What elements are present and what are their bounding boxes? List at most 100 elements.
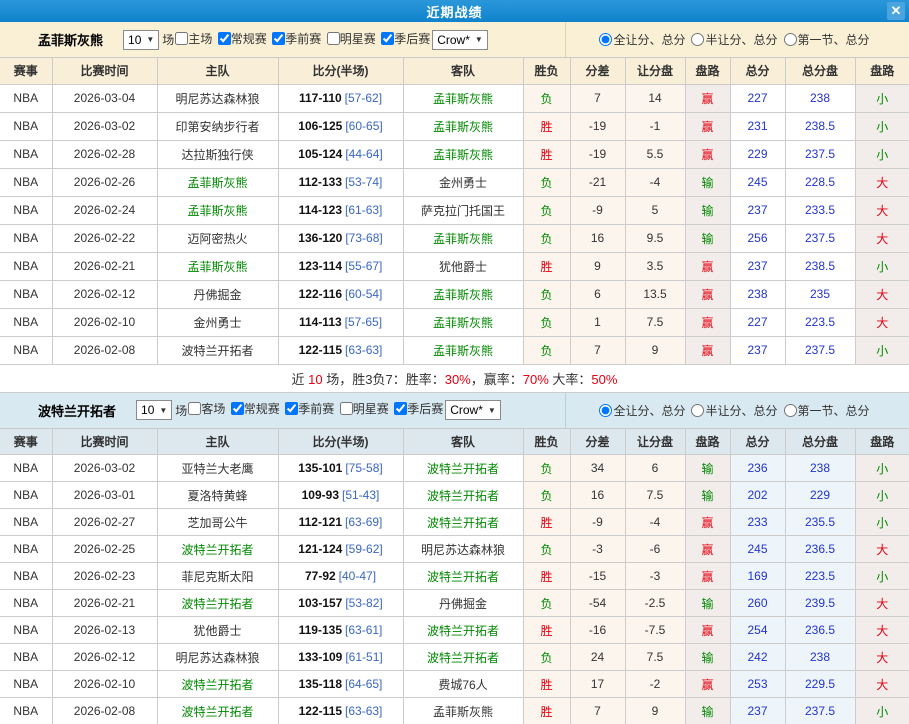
filter-checkbox-item[interactable]: 季后赛 — [394, 400, 444, 417]
filter-checkbox-item[interactable]: 常规赛 — [230, 400, 281, 417]
filter-checkbox[interactable] — [381, 31, 395, 45]
cell-date: 2026-03-02 — [52, 112, 158, 141]
cell-score: 136-120 [73-68] — [278, 224, 404, 253]
team-name: 孟菲斯灰熊 — [38, 33, 104, 48]
cell-result: 胜 — [523, 562, 571, 590]
cell-result: 负 — [523, 481, 571, 509]
cell-total-line: 233.5 — [785, 196, 856, 225]
cell-league: NBA — [0, 670, 53, 698]
column-header: 总分 — [730, 428, 786, 455]
cell-margin: 16 — [570, 224, 626, 253]
cell-handicap: -4 — [625, 508, 686, 536]
cell-date: 2026-02-21 — [52, 252, 158, 281]
cell-result: 负 — [523, 84, 571, 113]
cell-result: 负 — [523, 168, 571, 197]
cell-league: NBA — [0, 562, 53, 590]
cell-spread-outcome: 赢 — [685, 508, 731, 536]
filter-checkbox[interactable] — [217, 31, 231, 45]
close-button[interactable]: ✕ — [887, 2, 905, 20]
cell-away-team: 波特兰开拓者 — [403, 643, 524, 671]
cell-away-team: 明尼苏达森林狼 — [403, 535, 524, 563]
games-count-select[interactable]: 10 ▼ — [123, 29, 160, 50]
filter-checkbox-item[interactable]: 常规赛 — [217, 30, 268, 47]
filter-checkbox-item[interactable]: 季前赛 — [272, 30, 322, 47]
odds-mode-option[interactable]: 第一节、总分 — [783, 31, 870, 48]
cell-away-team: 孟菲斯灰熊 — [403, 336, 524, 365]
odds-mode-option[interactable]: 第一节、总分 — [783, 402, 870, 419]
summary-segment: 近 — [291, 371, 309, 387]
cell-handicap: 14 — [625, 84, 686, 113]
cell-home-team: 波特兰开拓者 — [157, 697, 279, 724]
cell-result: 胜 — [523, 508, 571, 536]
cell-total: 233 — [730, 508, 786, 536]
odds-mode-radio[interactable] — [599, 403, 613, 417]
odds-mode-option[interactable]: 半让分、总分 — [691, 31, 778, 48]
odds-mode-radio[interactable] — [783, 403, 797, 417]
cell-spread-outcome: 赢 — [685, 616, 731, 644]
cell-handicap: 3.5 — [625, 252, 686, 281]
cell-margin: -9 — [570, 196, 626, 225]
filter-checkbox-item[interactable]: 季后赛 — [381, 30, 431, 47]
odds-mode-radio[interactable] — [599, 33, 613, 46]
column-header: 分差 — [570, 58, 626, 85]
filter-checkbox[interactable] — [188, 402, 202, 415]
filter-checkbox[interactable] — [326, 31, 340, 45]
filter-checkbox-item[interactable]: 季前赛 — [285, 400, 335, 417]
summary-segment: 50% — [591, 371, 618, 387]
cell-away-team: 波特兰开拓者 — [403, 508, 524, 536]
cell-home-team: 夏洛特黄蜂 — [157, 481, 279, 509]
cell-score: 122-116 [60-54] — [278, 280, 404, 309]
cell-date: 2026-02-12 — [52, 280, 158, 309]
cell-spread-outcome: 赢 — [685, 252, 731, 281]
filter-checkbox-item[interactable]: 明星赛 — [326, 30, 377, 47]
games-unit-label: 场 — [162, 33, 175, 47]
odds-mode-radio[interactable] — [691, 403, 705, 417]
cell-result: 负 — [523, 308, 571, 337]
dialog-title: 近期战绩 — [426, 4, 483, 20]
filter-checkbox[interactable] — [339, 402, 353, 415]
cell-total: 169 — [730, 562, 786, 590]
filter-checkbox-item[interactable]: 客场 — [188, 400, 226, 417]
odds-mode-option[interactable]: 全让分、总分 — [599, 402, 685, 419]
filter-checkbox-item[interactable]: 明星赛 — [339, 400, 390, 417]
cell-result: 胜 — [523, 616, 571, 644]
cell-total: 254 — [730, 616, 786, 644]
cell-handicap: -7.5 — [625, 616, 686, 644]
cell-total-line: 237.5 — [785, 224, 856, 253]
odds-mode-option[interactable]: 半让分、总分 — [691, 402, 778, 419]
cell-date: 2026-02-22 — [52, 224, 158, 253]
odds-mode-label: 第一节、总分 — [797, 403, 870, 418]
filter-checkbox[interactable] — [394, 402, 408, 415]
blazers-odds-mode-group: 全让分、总分 半让分、总分 第一节、总分 — [565, 392, 909, 428]
games-count-select[interactable]: 10 ▼ — [136, 400, 173, 420]
cell-spread-outcome: 输 — [685, 168, 731, 197]
competition-type-select[interactable]: Crow* ▼ — [445, 400, 501, 420]
cell-result: 胜 — [523, 670, 571, 698]
cell-away-team: 孟菲斯灰熊 — [403, 697, 524, 724]
odds-mode-radio[interactable] — [783, 33, 797, 46]
competition-type-select[interactable]: Crow* ▼ — [432, 29, 488, 50]
cell-date: 2026-02-08 — [52, 697, 158, 724]
cell-date: 2026-02-24 — [52, 196, 158, 225]
filter-checkbox[interactable] — [230, 402, 244, 415]
summary-segment: 场，胜3负7：胜率： — [322, 371, 445, 387]
odds-mode-label: 半让分、总分 — [705, 403, 778, 418]
team-name: 波特兰开拓者 — [38, 403, 117, 419]
cell-total-line: 229.5 — [785, 670, 856, 698]
column-header: 总分 — [730, 58, 786, 85]
cell-total: 253 — [730, 670, 786, 698]
odds-mode-radio[interactable] — [691, 33, 705, 46]
filter-checkbox-item[interactable]: 主场 — [175, 30, 213, 47]
table-row: NBA 2026-03-02 印第安纳步行者 106-125 [60-65] 孟菲… — [0, 112, 909, 141]
filter-checkbox[interactable] — [175, 31, 189, 45]
filter-checkbox[interactable] — [272, 31, 286, 45]
column-header: 赛事 — [0, 428, 53, 455]
odds-mode-option[interactable]: 全让分、总分 — [599, 31, 685, 48]
cell-date: 2026-02-27 — [52, 508, 158, 536]
summary-segment: 10 — [308, 371, 323, 387]
cell-home-team: 金州勇士 — [157, 308, 279, 337]
filter-checkbox[interactable] — [285, 402, 299, 415]
cell-total: 231 — [730, 112, 786, 141]
cell-handicap: 5 — [625, 196, 686, 225]
cell-total-line: 236.5 — [785, 535, 856, 563]
